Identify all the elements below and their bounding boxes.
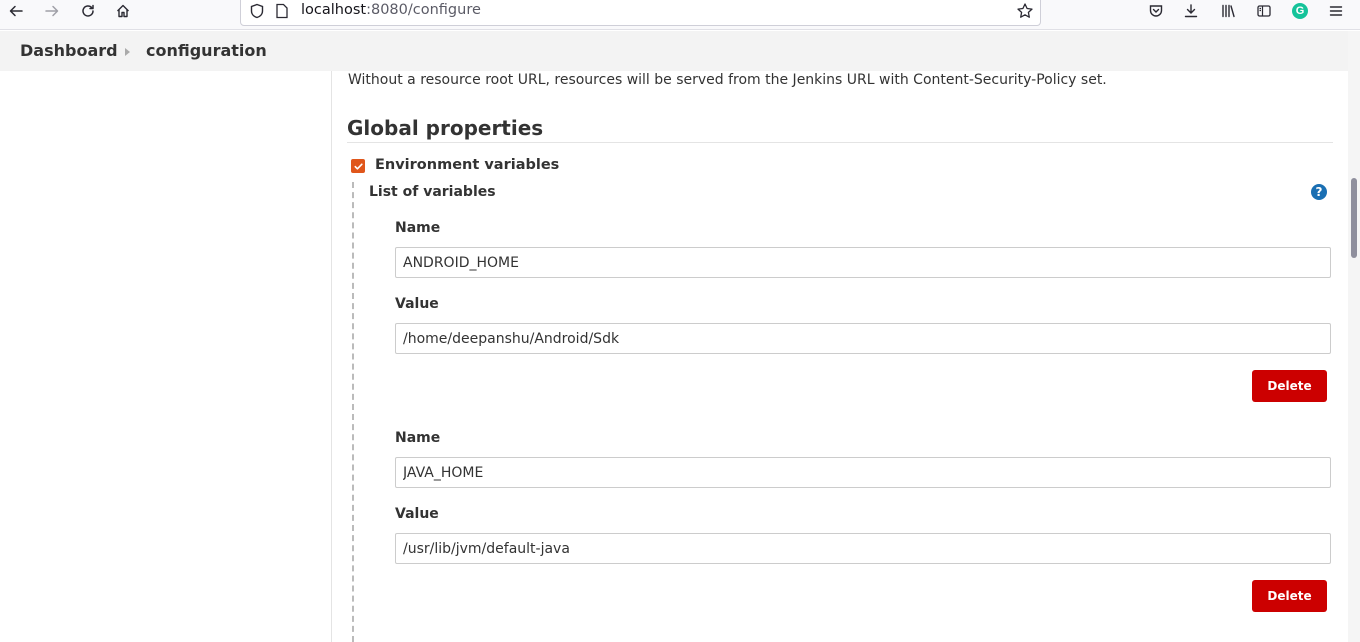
download-icon[interactable] bbox=[1179, 0, 1203, 22]
breadcrumb-dashboard[interactable]: Dashboard bbox=[20, 41, 118, 60]
library-icon[interactable] bbox=[1216, 0, 1240, 22]
page-scrollbar[interactable] bbox=[1348, 31, 1360, 642]
environment-variables-label[interactable]: Environment variables bbox=[375, 157, 559, 173]
url-text[interactable]: localhost:8080/configure bbox=[301, 2, 481, 18]
variable-name-label: Name bbox=[395, 430, 441, 446]
section-title: Global properties bbox=[347, 116, 544, 140]
breadcrumb: Dashboard configuration bbox=[0, 31, 1348, 71]
url-path: :8080/configure bbox=[366, 2, 481, 18]
variable-value-input[interactable] bbox=[395, 533, 1331, 564]
resource-root-info: Without a resource root URL, resources w… bbox=[348, 72, 1107, 88]
variable-value-label: Value bbox=[395, 296, 439, 312]
environment-variables-checkbox[interactable] bbox=[351, 159, 365, 173]
help-icon[interactable]: ? bbox=[1311, 184, 1327, 200]
url-host: localhost bbox=[301, 2, 367, 18]
variable-name-label: Name bbox=[395, 220, 441, 236]
section-divider bbox=[347, 142, 1333, 143]
grammarly-icon[interactable]: G bbox=[1288, 0, 1312, 22]
sidebar-toggle-icon[interactable] bbox=[1252, 0, 1276, 22]
variable-name-input[interactable] bbox=[395, 457, 1331, 488]
breadcrumb-configuration[interactable]: configuration bbox=[146, 41, 267, 60]
variable-name-input[interactable] bbox=[395, 247, 1331, 278]
url-bar[interactable]: localhost:8080/configure bbox=[240, 0, 1041, 26]
checkmark-icon bbox=[353, 162, 363, 170]
browser-toolbar: localhost:8080/configure G bbox=[0, 0, 1360, 30]
variable-value-label: Value bbox=[395, 506, 439, 522]
scrollbar-thumb[interactable] bbox=[1351, 178, 1357, 258]
pocket-icon[interactable] bbox=[1144, 0, 1168, 22]
shield-icon[interactable] bbox=[249, 3, 265, 19]
reload-icon[interactable] bbox=[76, 0, 100, 22]
sidebar-divider bbox=[331, 71, 332, 642]
variable-value-input[interactable] bbox=[395, 323, 1331, 354]
forward-arrow-icon[interactable] bbox=[40, 0, 64, 22]
menu-icon[interactable] bbox=[1324, 0, 1348, 22]
home-icon[interactable] bbox=[111, 0, 135, 22]
breadcrumb-separator-icon[interactable] bbox=[125, 48, 130, 56]
delete-variable-button[interactable]: Delete bbox=[1252, 370, 1327, 402]
back-arrow-icon[interactable] bbox=[4, 0, 28, 22]
nested-section-indicator bbox=[352, 182, 354, 642]
page-icon[interactable] bbox=[275, 3, 289, 19]
list-of-variables-label: List of variables bbox=[369, 184, 496, 200]
delete-variable-button[interactable]: Delete bbox=[1252, 580, 1327, 612]
bookmark-star-icon[interactable] bbox=[1016, 2, 1034, 20]
